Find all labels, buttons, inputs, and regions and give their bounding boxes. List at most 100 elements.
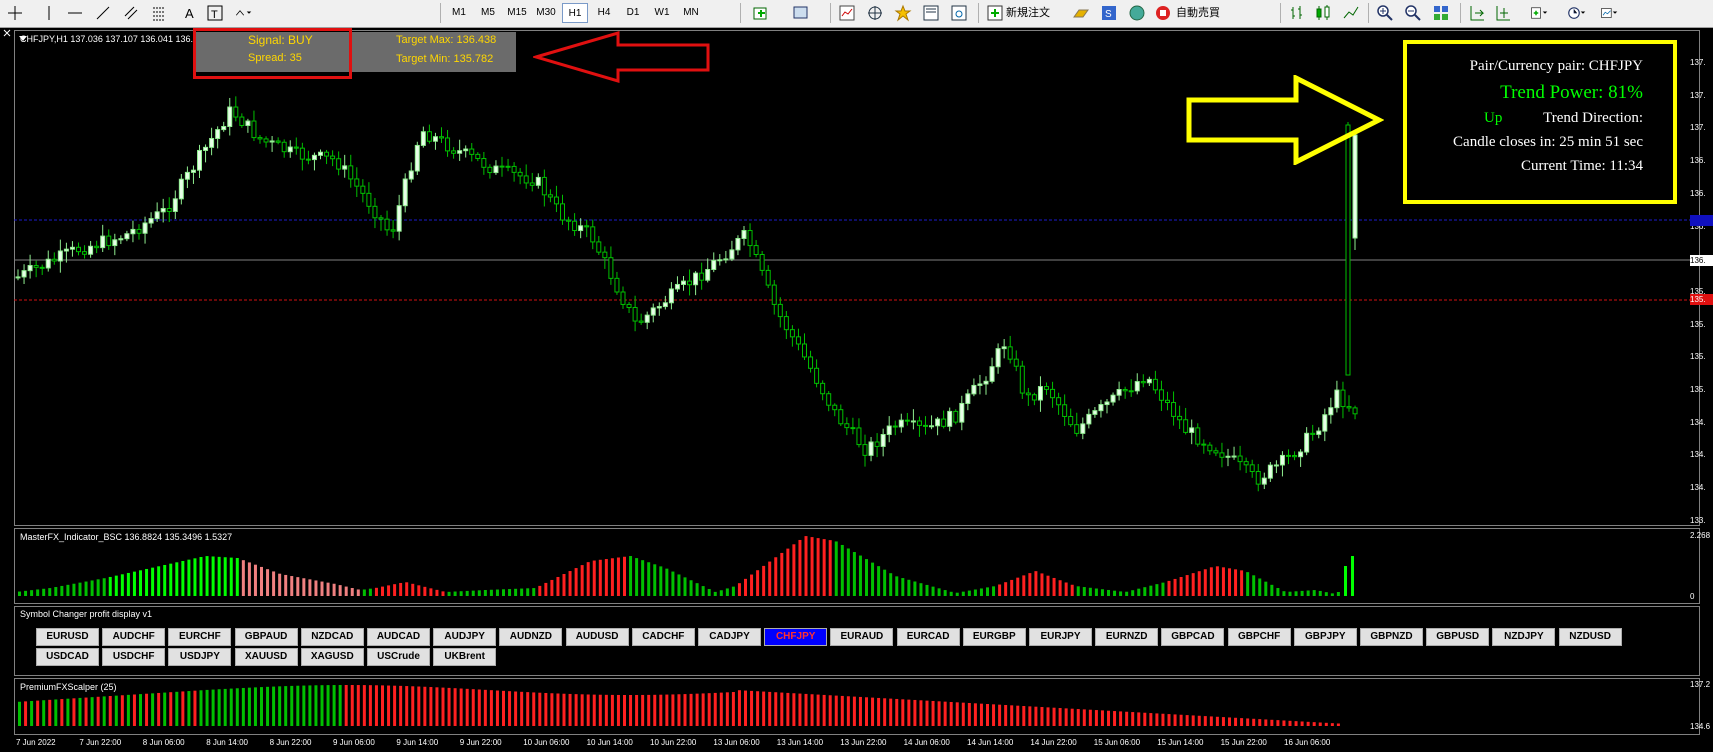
timeframe-m30[interactable]: M30 [533, 3, 559, 23]
chart-shift-icon[interactable] [1494, 4, 1512, 22]
symbol-button-audusd[interactable]: AUDUSD [565, 628, 629, 646]
symbol-button-eurnzd[interactable]: EURNZD [1095, 628, 1159, 646]
histogram-bar [423, 586, 427, 596]
timeframe-mn[interactable]: MN [678, 3, 704, 23]
tester-icon[interactable] [950, 4, 968, 22]
symbol-button-gbpaud[interactable]: GBPAUD [234, 628, 298, 646]
symbol-button-nzdjpy[interactable]: NZDJPY [1492, 628, 1556, 646]
symbol-button-gbpnzd[interactable]: GBPNZD [1360, 628, 1423, 646]
histogram-bar [1324, 592, 1328, 596]
bar-chart-icon[interactable] [1288, 4, 1306, 22]
symbol-button-usdcad[interactable]: USDCAD [36, 648, 99, 666]
histogram-bar [701, 693, 705, 726]
crosshair-icon[interactable] [6, 4, 24, 22]
symbol-button-nzdusd[interactable]: NZDUSD [1558, 628, 1622, 646]
symbol-button-eurchf[interactable]: EURCHF [168, 628, 232, 646]
profiles-icon[interactable] [792, 4, 810, 22]
symbol-button-eurgbp[interactable]: EURGBP [962, 628, 1026, 646]
symbol-button-gbpcad[interactable]: GBPCAD [1161, 628, 1225, 646]
candle-body [154, 211, 160, 220]
symbol-button-ukbrent[interactable]: UKBrent [433, 648, 497, 666]
market-watch-icon[interactable] [838, 4, 856, 22]
symbol-button-gbpchf[interactable]: GBPCHF [1227, 628, 1291, 646]
zoom-in-icon[interactable] [1376, 4, 1394, 22]
symbol-button-chfjpy[interactable]: CHFJPY [764, 628, 828, 646]
chart-collapse-icon[interactable] [19, 35, 27, 43]
timeframe-m15[interactable]: M15 [504, 3, 530, 23]
tile-windows-icon[interactable] [1432, 4, 1450, 22]
histogram-bar [132, 694, 136, 726]
horizontal-line-icon[interactable] [66, 4, 84, 22]
symbol-button-audchf[interactable]: AUDCHF [102, 628, 166, 646]
signals-icon[interactable]: S [1100, 4, 1118, 22]
symbol-button-gbpjpy[interactable]: GBPJPY [1293, 628, 1357, 646]
candlestick-icon[interactable] [1314, 4, 1332, 22]
symbol-button-cadjpy[interactable]: CADJPY [698, 628, 761, 646]
histogram-bar [635, 558, 639, 596]
timeframe-h1[interactable]: H1 [562, 3, 588, 23]
symbol-button-usdjpy[interactable]: USDJPY [168, 648, 232, 666]
fibonacci-icon[interactable] [150, 4, 168, 22]
terminal-icon[interactable] [922, 4, 940, 22]
symbol-button-cadchf[interactable]: CADCHF [631, 628, 695, 646]
symbol-button-audnzd[interactable]: AUDNZD [499, 628, 563, 646]
histogram-bar [804, 693, 808, 726]
histogram-bar [574, 568, 578, 596]
pane-close-icon[interactable] [2, 28, 12, 38]
histogram-bar [919, 583, 923, 596]
timeframe-m1[interactable]: M1 [446, 3, 472, 23]
symbol-button-euraud[interactable]: EURAUD [830, 628, 894, 646]
autotrade-button[interactable]: 自動売買 [1154, 3, 1240, 23]
target-min-text: Target Min: 135.782 [396, 53, 494, 65]
symbol-button-xagusd[interactable]: XAGUSD [300, 648, 364, 666]
histogram-bar [229, 688, 233, 726]
indicators-icon[interactable] [1530, 4, 1548, 22]
histogram-bar [157, 566, 161, 596]
autoscroll-icon[interactable] [1468, 4, 1486, 22]
timeframe-w1[interactable]: W1 [649, 3, 675, 23]
symbol-button-eurusd[interactable]: EURUSD [36, 628, 99, 646]
symbol-button-audcad[interactable]: AUDCAD [367, 628, 430, 646]
timeframe-d1[interactable]: D1 [620, 3, 646, 23]
candle-body [947, 410, 953, 427]
histogram-bar [296, 577, 300, 596]
community-globe-icon[interactable] [1128, 4, 1146, 22]
timeframe-m5[interactable]: M5 [475, 3, 501, 23]
favorites-star-icon[interactable] [894, 4, 912, 22]
arrows-dropdown-icon[interactable] [234, 4, 252, 22]
vertical-line-icon[interactable] [40, 4, 58, 22]
symbol-button-nzdcad[interactable]: NZDCAD [300, 628, 364, 646]
text-label-icon[interactable]: T [206, 4, 224, 22]
templates-icon[interactable] [1600, 4, 1618, 22]
symbol-button-audjpy[interactable]: AUDJPY [433, 628, 497, 646]
histogram-bar [326, 685, 330, 726]
histogram-bar [411, 686, 415, 726]
new-order-button[interactable]: 新規注文 [986, 3, 1070, 23]
histogram-bar [1119, 711, 1123, 726]
zoom-out-icon[interactable] [1404, 4, 1422, 22]
symbol-button-gbpusd[interactable]: GBPUSD [1426, 628, 1490, 646]
candle-body [1001, 346, 1007, 350]
navigator-icon[interactable] [866, 4, 884, 22]
symbol-button-xauusd[interactable]: XAUUSD [234, 648, 298, 666]
symbol-button-usdchf[interactable]: USDCHF [102, 648, 166, 666]
symbol-button-eurjpy[interactable]: EURJPY [1029, 628, 1092, 646]
periods-clock-icon[interactable] [1568, 4, 1586, 22]
histogram-bar [217, 689, 221, 726]
line-chart-icon[interactable] [1342, 4, 1360, 22]
new-chart-icon[interactable] [752, 4, 770, 22]
gold-bar-icon[interactable] [1072, 4, 1090, 22]
histogram-bar [1107, 710, 1110, 726]
histogram-bar [1276, 720, 1280, 726]
symbol-button-uscrude[interactable]: USCrude [367, 648, 430, 666]
candle-body [1322, 414, 1328, 432]
symbol-button-eurcad[interactable]: EURCAD [896, 628, 960, 646]
channel-icon[interactable] [122, 4, 140, 22]
histogram-bar [623, 556, 626, 596]
text-icon[interactable]: A [180, 4, 198, 22]
trendline-icon[interactable] [94, 4, 112, 22]
timeframe-h4[interactable]: H4 [591, 3, 617, 23]
histogram-bar [846, 548, 850, 596]
candle-body [808, 356, 814, 369]
histogram-bar [314, 685, 318, 726]
